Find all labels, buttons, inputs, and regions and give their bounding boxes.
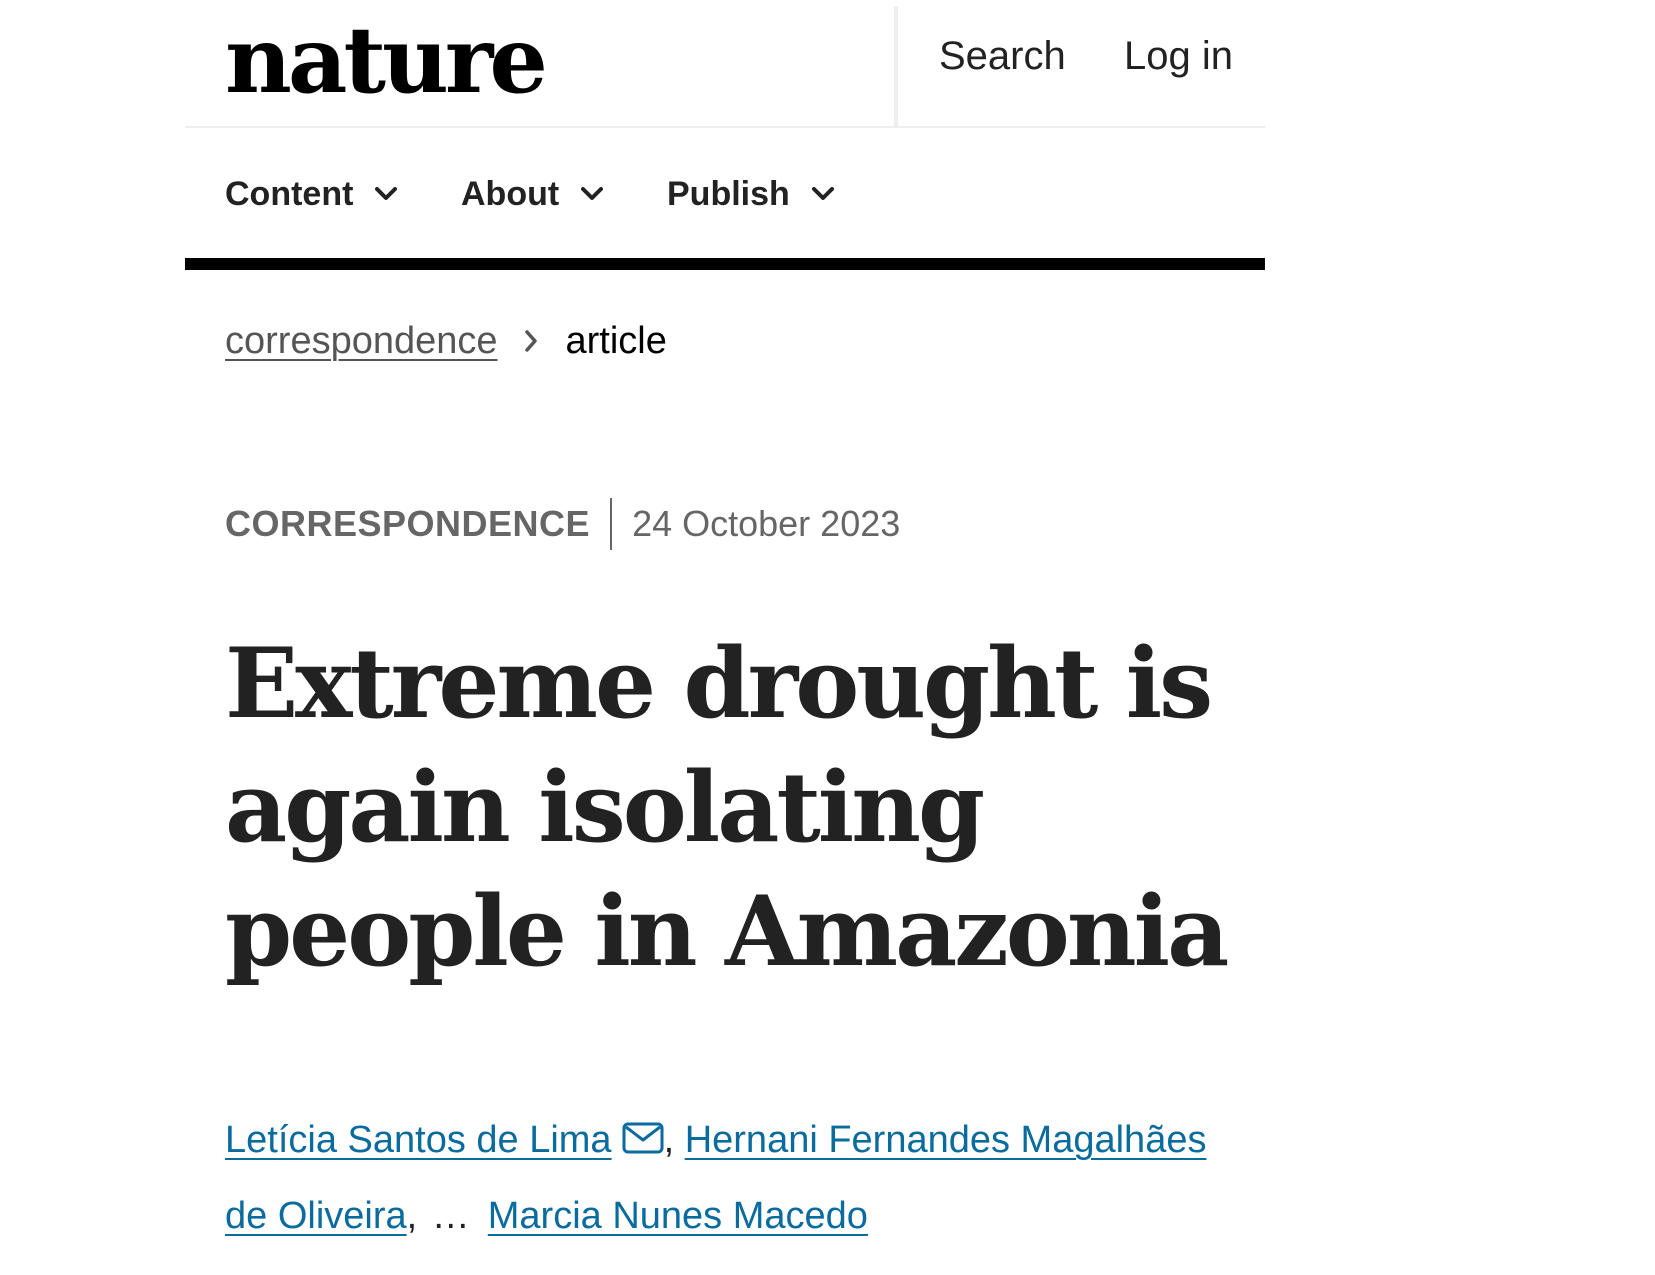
article-date: 24 October 2023 [632, 503, 901, 544]
breadcrumb-current: article [565, 320, 667, 362]
breadcrumb: correspondence article [225, 318, 667, 364]
author-link[interactable]: Marcia Nunes Macedo [488, 1195, 868, 1237]
chevron-down-icon [581, 187, 604, 200]
nav-publish-label: Publish [667, 175, 790, 213]
login-link[interactable]: Log in [1124, 32, 1233, 80]
main-nav: Content About Publish [185, 128, 1265, 270]
chevron-down-icon [811, 187, 834, 200]
chevron-down-icon [375, 187, 398, 200]
site-container: nature Search Log in Content About Publi… [185, 0, 1265, 1237]
chevron-right-icon [524, 330, 537, 352]
author-list: Letícia Santos de Lima , Hernani Fernand… [225, 1102, 1225, 1254]
author-ellipsis[interactable]: … [432, 1195, 470, 1237]
mail-icon[interactable] [622, 1122, 664, 1154]
nav-about-menu[interactable]: About [461, 174, 604, 214]
nav-content-label: Content [225, 175, 354, 213]
article-type: CORRESPONDENCE [225, 503, 591, 544]
meta-divider [610, 498, 613, 550]
header-divider [894, 6, 898, 126]
nav-publish-menu[interactable]: Publish [667, 174, 834, 214]
author-link[interactable]: Letícia Santos de Lima [225, 1119, 612, 1161]
breadcrumb-correspondence-link[interactable]: correspondence [225, 318, 498, 364]
author-separator: , [663, 1119, 675, 1161]
article-meta: CORRESPONDENCE 24 October 2023 [225, 498, 900, 550]
search-link[interactable]: Search [939, 32, 1066, 80]
nav-content-menu[interactable]: Content [225, 174, 398, 214]
nature-logo[interactable]: nature [225, 0, 548, 120]
site-header: nature Search Log in [185, 0, 1265, 128]
author-separator: , [406, 1195, 418, 1237]
article-title: Extreme drought is again isolating peopl… [225, 627, 1229, 988]
page: nature Search Log in Content About Publi… [0, 0, 1655, 1275]
nav-about-label: About [461, 175, 560, 213]
